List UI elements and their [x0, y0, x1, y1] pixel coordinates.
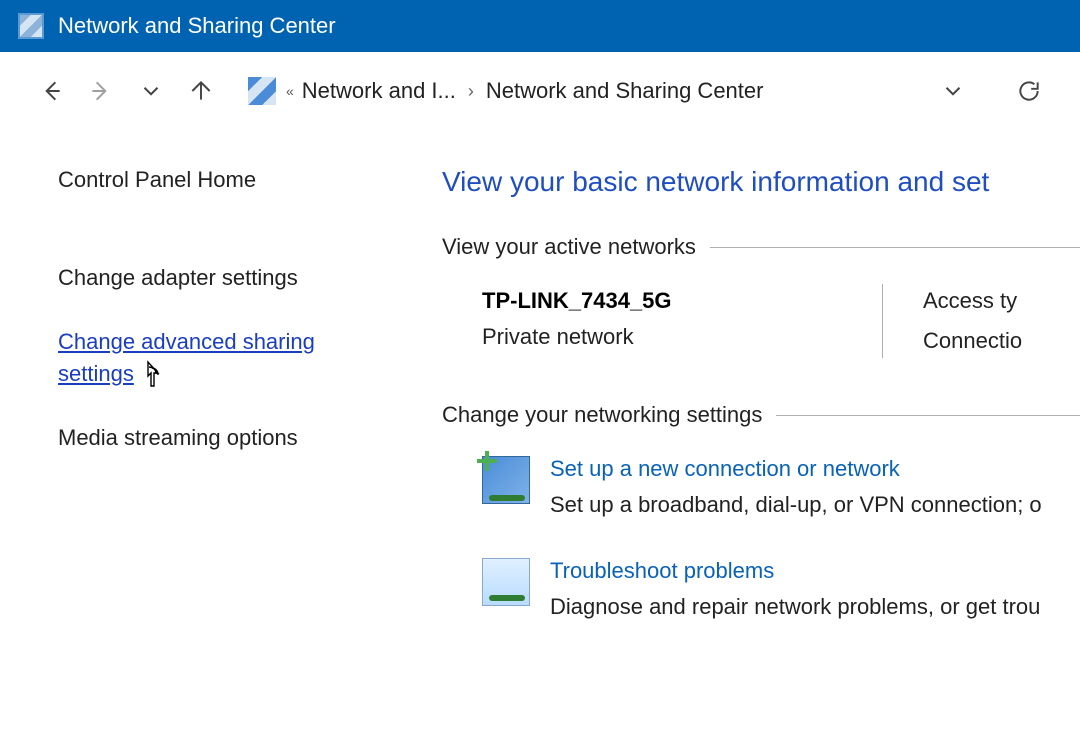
breadcrumb-overflow-icon[interactable]: « — [286, 83, 292, 99]
change-adapter-settings-link[interactable]: Change adapter settings — [58, 262, 366, 294]
titlebar: Network and Sharing Center — [0, 0, 1080, 52]
control-panel-home-link[interactable]: Control Panel Home — [58, 164, 366, 196]
breadcrumb-dropdown-button[interactable] — [930, 68, 976, 114]
troubleshoot-desc: Diagnose and repair network problems, or… — [550, 594, 1040, 620]
chevron-right-icon: › — [466, 81, 476, 102]
active-network-row: TP-LINK_7434_5G Private network Access t… — [442, 288, 1080, 354]
setup-connection-icon — [482, 456, 530, 504]
breadcrumb-part-2[interactable]: Network and Sharing Center — [486, 78, 764, 104]
chevron-down-icon — [138, 78, 164, 104]
arrow-left-icon — [38, 78, 64, 104]
breadcrumb-icon — [248, 77, 276, 105]
forward-button[interactable] — [78, 68, 124, 114]
sidebar: Control Panel Home Change adapter settin… — [0, 130, 400, 754]
connections-label: Connectio — [923, 328, 1022, 354]
breadcrumb[interactable]: « Network and I... › Network and Sharing… — [286, 78, 906, 104]
navigation-bar: « Network and I... › Network and Sharing… — [0, 52, 1080, 130]
troubleshoot-option[interactable]: Troubleshoot problems Diagnose and repai… — [442, 558, 1080, 620]
troubleshoot-title[interactable]: Troubleshoot problems — [550, 558, 1040, 584]
setup-connection-desc: Set up a broadband, dial-up, or VPN conn… — [550, 492, 1042, 518]
network-icon — [18, 13, 44, 39]
change-advanced-sharing-link[interactable]: Change advanced sharing settings — [58, 326, 366, 390]
setup-connection-title[interactable]: Set up a new connection or network — [550, 456, 1042, 482]
active-networks-header: View your active networks — [442, 234, 1080, 260]
refresh-button[interactable] — [1006, 68, 1052, 114]
chevron-down-icon — [940, 78, 966, 104]
access-type-label: Access ty — [923, 288, 1022, 314]
back-button[interactable] — [28, 68, 74, 114]
up-button[interactable] — [178, 68, 224, 114]
window-title: Network and Sharing Center — [58, 13, 336, 39]
recent-dropdown-button[interactable] — [128, 68, 174, 114]
main-content: View your basic network information and … — [400, 130, 1080, 754]
refresh-icon — [1016, 78, 1042, 104]
arrow-up-icon — [188, 78, 214, 104]
breadcrumb-part-1[interactable]: Network and I... — [302, 78, 456, 104]
media-streaming-options-link[interactable]: Media streaming options — [58, 422, 366, 454]
page-heading: View your basic network information and … — [442, 166, 1080, 198]
troubleshoot-icon — [482, 558, 530, 606]
network-name: TP-LINK_7434_5G — [482, 288, 782, 314]
network-type: Private network — [482, 324, 782, 350]
arrow-right-icon — [88, 78, 114, 104]
setup-connection-option[interactable]: Set up a new connection or network Set u… — [442, 456, 1080, 518]
divider — [776, 415, 1080, 416]
divider — [710, 247, 1080, 248]
change-settings-header: Change your networking settings — [442, 402, 1080, 428]
vertical-divider — [882, 284, 883, 358]
